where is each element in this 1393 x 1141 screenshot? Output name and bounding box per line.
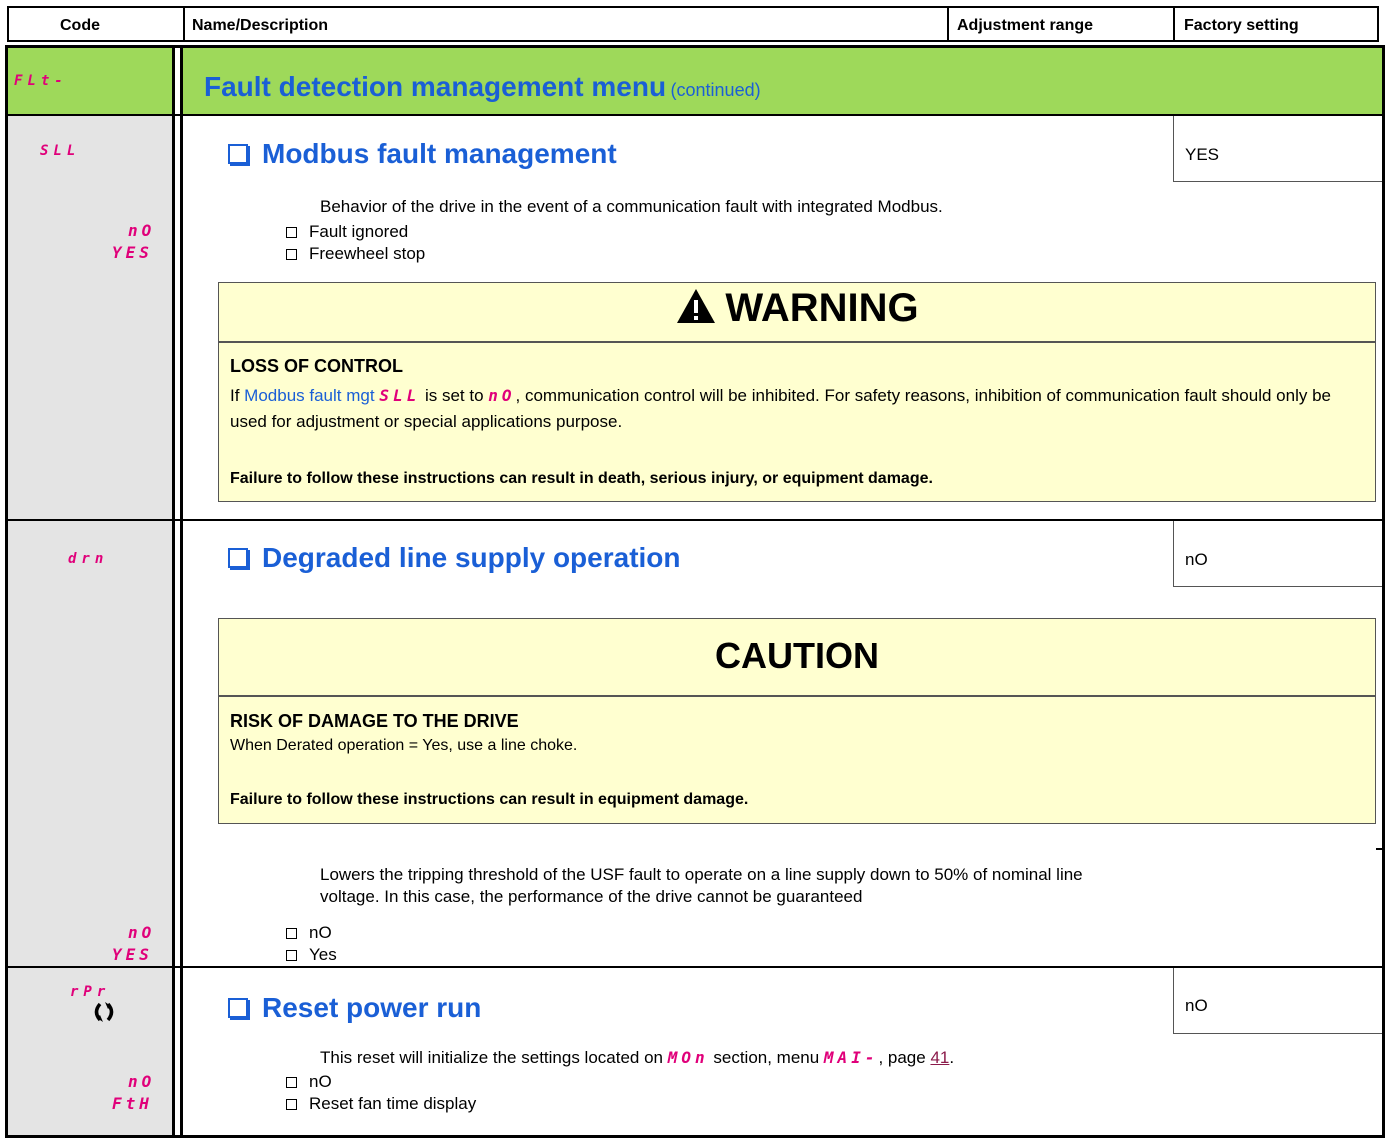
parameter-checkbox-icon: [228, 998, 248, 1018]
option-checkbox-icon: [286, 227, 297, 238]
rpr-option-code: FtH: [112, 1094, 153, 1113]
short-rule: [1376, 848, 1382, 850]
caution-text: When Derated operation = Yes, use a line…: [230, 737, 578, 754]
rpr-option: nO: [286, 1071, 332, 1092]
caution-subtitle: RISK OF DAMAGE TO THE DRIVE: [230, 711, 519, 731]
sll-desc: Behavior of the drive in the event of a …: [320, 197, 943, 216]
sll-option-code: nO: [128, 221, 156, 240]
warning-subtitle: LOSS OF CONTROL: [230, 356, 403, 376]
header-divider: [947, 7, 949, 41]
parameter-checkbox-icon: [228, 548, 248, 568]
menu-title-text: Fault detection management menu: [204, 71, 667, 102]
sll-title-text: Modbus fault management: [262, 138, 617, 169]
header-divider: [1173, 7, 1175, 41]
warning-text: If Modbus fault mgt SLL is set to nO, co…: [230, 386, 1331, 431]
rpr-desc: This reset will initialize the settings …: [320, 1048, 955, 1067]
drn-title: Degraded line supply operation: [228, 542, 681, 574]
drn-option-code: nO: [128, 923, 156, 942]
column-divider: [172, 48, 175, 1136]
rpr-option: Reset fan time display: [286, 1093, 476, 1114]
sll-option: Freewheel stop: [286, 243, 425, 264]
option-checkbox-icon: [286, 249, 297, 260]
warning-footer: Failure to follow these instructions can…: [230, 470, 933, 487]
rpr-option-code: nO: [128, 1072, 156, 1091]
drn-option-code: YES: [112, 945, 153, 964]
sll-code: SLL: [40, 143, 81, 159]
header-divider: [183, 7, 185, 41]
caution-heading: CAUTION: [715, 635, 879, 676]
menu-code: FLt-: [14, 73, 68, 89]
sll-option-code: YES: [112, 243, 153, 262]
column-divider: [180, 48, 183, 1136]
header-factory: Factory setting: [1184, 17, 1299, 34]
parameter-checkbox-icon: [228, 144, 248, 164]
option-checkbox-icon: [286, 928, 297, 939]
rpr-title: Reset power run: [228, 992, 481, 1024]
drn-option: Yes: [286, 944, 337, 965]
option-checkbox-icon: [286, 1099, 297, 1110]
rpr-title-text: Reset power run: [262, 992, 482, 1023]
caution-footer: Failure to follow these instructions can…: [230, 791, 749, 808]
refresh-icon: [91, 1001, 117, 1027]
menu-title: Fault detection management menu (continu…: [204, 71, 761, 103]
param-link[interactable]: Modbus fault mgt: [244, 386, 374, 405]
warning-heading: WARNING: [218, 286, 1376, 331]
sll-factory: YES: [1185, 145, 1220, 164]
warning-heading-text: WARNING: [725, 286, 919, 330]
caution-divider: [219, 695, 1375, 697]
header-name: Name/Description: [192, 17, 329, 34]
drn-title-text: Degraded line supply operation: [262, 542, 681, 573]
header-code: Code: [60, 17, 100, 34]
rpr-factory: nO: [1185, 996, 1208, 1015]
drn-option: nO: [286, 922, 332, 943]
rpr-code: rPr: [70, 984, 111, 1000]
menu-continued: (continued): [670, 80, 761, 100]
drn-code: drn: [68, 551, 109, 567]
option-checkbox-icon: [286, 950, 297, 961]
sll-title: Modbus fault management: [228, 138, 617, 170]
option-checkbox-icon: [286, 1077, 297, 1088]
warning-triangle-icon: [677, 289, 716, 323]
drn-desc-line1: Lowers the tripping threshold of the USF…: [320, 865, 1083, 884]
header-range: Adjustment range: [957, 17, 1094, 34]
drn-factory: nO: [1185, 550, 1208, 569]
page-link[interactable]: 41: [930, 1048, 949, 1067]
code-column: [8, 48, 172, 1135]
warning-divider: [219, 341, 1375, 343]
sll-option: Fault ignored: [286, 221, 408, 242]
drn-desc-line2: voltage. In this case, the performance o…: [320, 887, 863, 906]
